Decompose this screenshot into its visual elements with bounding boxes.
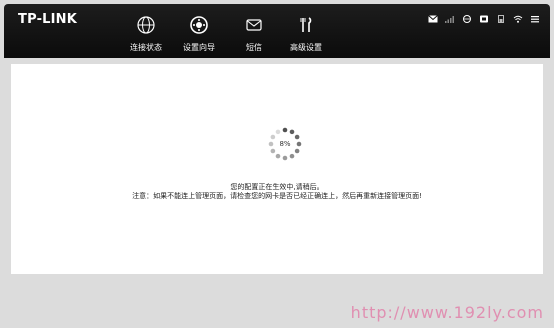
nav-item-connection-status[interactable]: 连接状态 xyxy=(126,16,166,60)
nav-item-label: 高级设置 xyxy=(290,43,322,52)
globe-icon xyxy=(137,16,155,34)
mail-icon xyxy=(246,19,262,31)
nav-item-label: 设置向导 xyxy=(183,43,215,52)
sd-card-icon xyxy=(479,8,489,23)
app-window: TP-LINK 连接状态 设置向导 短信 高级设置 8% 您的配置正在生效中,请… xyxy=(0,0,554,328)
gear-icon xyxy=(190,16,208,34)
top-navigation-bar: TP-LINK 连接状态 设置向导 短信 高级设置 xyxy=(4,4,550,58)
nav-item-label: 连接状态 xyxy=(130,43,162,52)
logo: TP-LINK xyxy=(18,12,78,27)
wifi-icon xyxy=(513,8,523,23)
nav-item-sms[interactable]: 短信 xyxy=(236,16,272,60)
nav-item-setup-wizard[interactable]: 设置向导 xyxy=(179,16,219,60)
progress-percent: 8% xyxy=(279,140,291,148)
tools-icon xyxy=(300,17,312,32)
menu-icon[interactable] xyxy=(530,8,540,23)
mail-status-icon xyxy=(428,8,438,23)
nav-item-advanced-settings[interactable]: 高级设置 xyxy=(286,16,326,60)
nav-item-label: 短信 xyxy=(246,43,262,52)
main-content-panel xyxy=(11,64,543,274)
watermark: http://www.192ly.com xyxy=(350,303,544,322)
battery-icon xyxy=(496,8,506,23)
notice-message: 注意：如果不能连上管理页面，请检查您的网卡是否已经正确连上，然后再重新连接管理页… xyxy=(132,192,422,200)
globe-status-icon xyxy=(462,8,472,23)
status-bar xyxy=(428,8,540,23)
signal-icon xyxy=(445,8,455,23)
